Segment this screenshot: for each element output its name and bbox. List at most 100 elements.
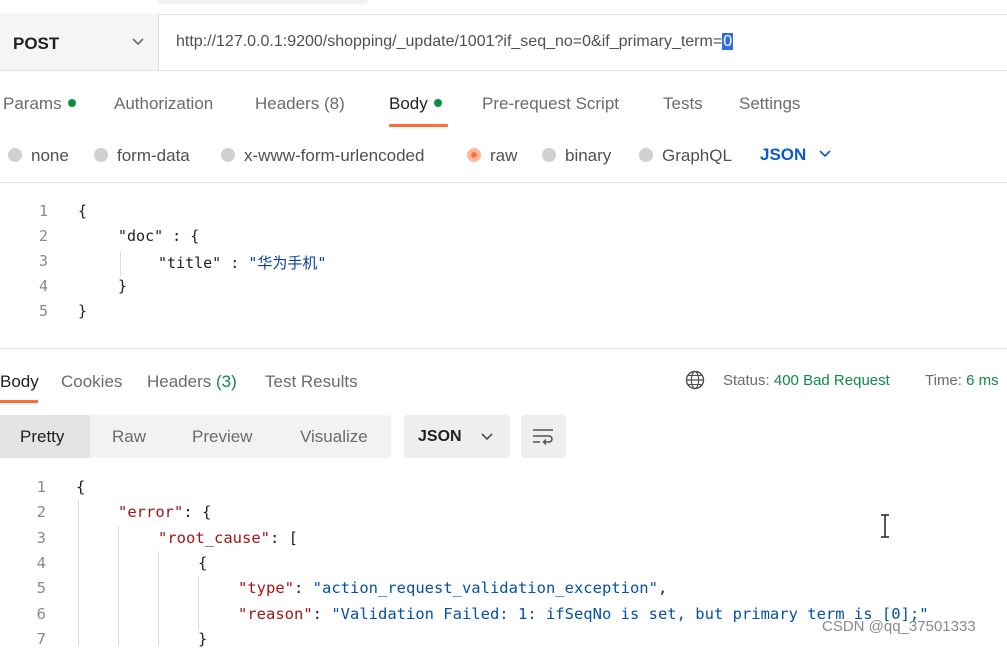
url-input[interactable]: http://127.0.0.1:9200/shopping/_update/1… <box>176 33 734 51</box>
radio-raw[interactable]: raw <box>467 146 517 166</box>
code-line: { <box>78 202 88 220</box>
code-line: { <box>198 554 208 572</box>
code-line: "doc" : { <box>118 227 199 245</box>
indent-guide <box>118 526 119 646</box>
line-number: 6 <box>36 605 46 623</box>
code-line: "type": "action_request_validation_excep… <box>238 579 667 597</box>
radio-circle-icon <box>639 148 653 162</box>
line-number: 4 <box>38 277 48 295</box>
radio-circle-icon <box>8 148 22 162</box>
json-key: "type" <box>238 579 294 597</box>
params-indicator-dot <box>67 99 76 107</box>
response-tab-test-results[interactable]: Test Results <box>265 372 358 392</box>
response-time[interactable]: Time: 6 ms <box>925 372 999 389</box>
code-line: } <box>78 302 88 320</box>
tab-pre-request-script[interactable]: Pre-request Script <box>482 94 619 114</box>
radio-urlencoded-label: x-www-form-urlencoded <box>244 146 425 165</box>
line-number: 2 <box>38 227 48 245</box>
response-tab-headers[interactable]: Headers (3) <box>147 372 237 392</box>
json-key: "title" <box>158 254 222 272</box>
tab-authorization[interactable]: Authorization <box>114 94 213 114</box>
body-indicator-dot <box>433 99 442 107</box>
line-number: 1 <box>38 202 48 220</box>
globe-icon[interactable] <box>685 370 705 390</box>
code-punct: : <box>312 605 332 623</box>
view-mode-raw[interactable]: Raw <box>112 427 146 447</box>
tab-headers[interactable]: Headers (8) <box>255 94 345 114</box>
radio-binary-label: binary <box>565 146 612 165</box>
radio-raw-label: raw <box>490 146 518 165</box>
code-line: "title" : "华为手机" <box>158 252 326 273</box>
code-line: } <box>118 277 128 295</box>
watermark: CSDN @qq_37501333 <box>822 618 976 635</box>
body-type-options: none form-data x-www-form-urlencoded raw… <box>0 128 1007 183</box>
tab-body-label: Body <box>389 94 428 113</box>
radio-binary[interactable]: binary <box>542 146 611 166</box>
top-tab-strip <box>0 0 1007 15</box>
url-selected-text: 0 <box>722 33 734 50</box>
tab-tests[interactable]: Tests <box>663 94 703 114</box>
body-language-select[interactable]: JSON <box>760 145 832 165</box>
code-punct: : { <box>183 503 212 521</box>
wrap-lines-button[interactable] <box>521 415 566 458</box>
radio-circle-icon <box>542 148 556 162</box>
indent-guide <box>120 252 121 276</box>
body-language-label: JSON <box>760 145 807 164</box>
radio-urlencoded[interactable]: x-www-form-urlencoded <box>221 146 424 166</box>
line-number: 3 <box>36 529 46 547</box>
radio-graphql-label: GraphQL <box>662 146 732 165</box>
status-label: Status: <box>723 372 770 389</box>
code-line: } <box>198 630 208 648</box>
code-punct: , <box>657 579 668 597</box>
tab-params-label: Params <box>3 94 62 113</box>
radio-form-data[interactable]: form-data <box>94 146 190 166</box>
request-bar: POST http://127.0.0.1:9200/shopping/_upd… <box>0 14 1007 71</box>
radio-circle-icon <box>221 148 235 162</box>
tab-body[interactable]: Body <box>389 94 442 114</box>
url-text: http://127.0.0.1:9200/shopping/_update/1… <box>176 33 723 50</box>
chevron-down-icon <box>819 150 831 158</box>
line-number: 4 <box>36 554 46 572</box>
response-format-select[interactable]: JSON <box>404 415 510 458</box>
chevron-down-icon <box>481 433 493 441</box>
json-key: "doc" <box>118 227 164 245</box>
response-view-bar: Pretty Raw Preview Visualize JSON <box>0 415 1007 461</box>
response-tabs: Body Cookies Headers (3) Test Results St… <box>0 355 1007 405</box>
line-number: 5 <box>38 302 48 320</box>
tab-params[interactable]: Params <box>3 94 76 114</box>
radio-graphql[interactable]: GraphQL <box>639 146 732 166</box>
line-number: 3 <box>38 252 48 270</box>
view-mode-pretty[interactable]: Pretty <box>20 427 64 447</box>
method-selector[interactable]: POST <box>0 14 159 70</box>
json-key: "reason" <box>238 605 313 623</box>
request-tabs: Params Authorization Headers (8) Body Pr… <box>0 70 1007 128</box>
response-status[interactable]: Status: 400 Bad Request <box>723 372 890 389</box>
line-number: 2 <box>36 503 46 521</box>
response-format-label: JSON <box>418 428 462 445</box>
view-mode-preview[interactable]: Preview <box>192 427 252 447</box>
json-key: "root_cause" <box>158 529 270 547</box>
pane-divider[interactable] <box>0 348 1007 349</box>
line-number: 5 <box>36 579 46 597</box>
view-mode-visualize[interactable]: Visualize <box>300 427 368 447</box>
method-label: POST <box>13 34 60 53</box>
chevron-down-icon <box>132 38 144 46</box>
time-label: Time: <box>925 372 962 389</box>
response-tab-cookies[interactable]: Cookies <box>61 372 122 392</box>
radio-selected-icon <box>467 148 481 162</box>
radio-none[interactable]: none <box>8 146 69 166</box>
indent-guide <box>198 576 199 630</box>
response-tab-headers-label: Headers <box>147 372 212 391</box>
text-cursor-icon <box>881 514 889 538</box>
response-tab-body[interactable]: Body <box>0 372 39 392</box>
time-value: 6 ms <box>966 372 999 389</box>
status-badge: 400 Bad Request <box>773 372 890 389</box>
line-number: 7 <box>36 630 46 648</box>
request-body-editor[interactable]: 1 2 3 4 5 { "doc" : { "title" : "华为手机" }… <box>0 196 1007 336</box>
radio-none-label: none <box>31 146 69 165</box>
active-tab-underline <box>389 124 448 127</box>
code-punct: : { <box>163 227 200 245</box>
open-tab-edge[interactable] <box>158 0 368 4</box>
tab-settings[interactable]: Settings <box>739 94 800 114</box>
json-string-value: "华为手机" <box>248 254 327 272</box>
